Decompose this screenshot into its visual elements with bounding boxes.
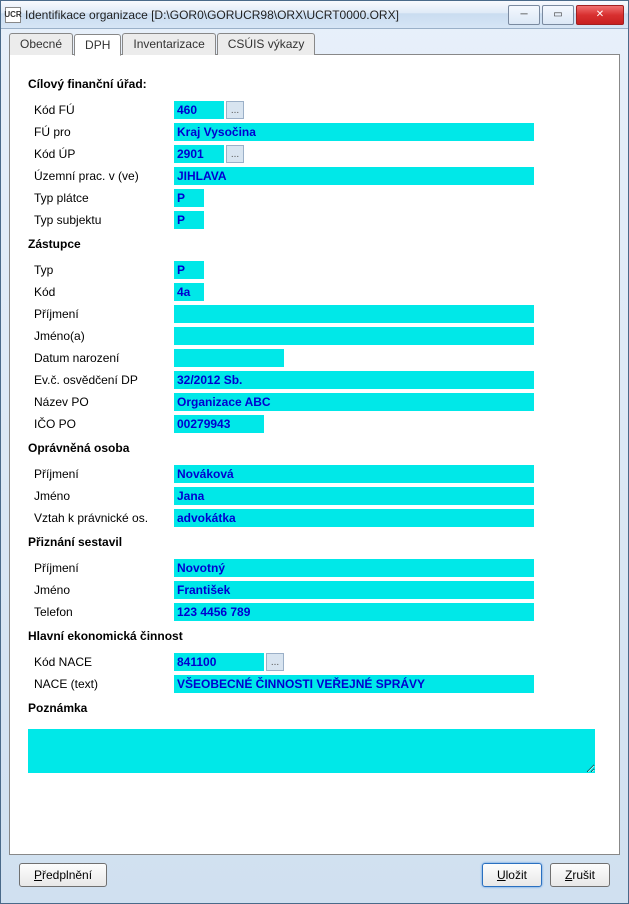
label-typ-subjektu: Typ subjektu [34, 213, 174, 227]
section-opravnena: Oprávněná osoba [28, 441, 601, 455]
predplneni-button[interactable]: Předplnění [19, 863, 107, 887]
input-z-kod[interactable] [174, 283, 204, 301]
label-z-kod: Kód [34, 285, 174, 299]
input-p-telefon[interactable] [174, 603, 534, 621]
lookup-kod-fu[interactable]: ... [226, 101, 244, 119]
tab-csuis[interactable]: CSÚIS výkazy [217, 33, 316, 55]
tab-inventarizace[interactable]: Inventarizace [122, 33, 215, 55]
section-priznani: Přiznání sestavil [28, 535, 601, 549]
lookup-kod-nace[interactable]: ... [266, 653, 284, 671]
input-z-ico[interactable] [174, 415, 264, 433]
label-p-jmeno: Jméno [34, 583, 174, 597]
window-title: Identifikace organizace [D:\GOR0\GORUCR9… [25, 8, 506, 22]
label-fu-pro: FÚ pro [34, 125, 174, 139]
label-nace-text: NACE (text) [34, 677, 174, 691]
section-hlavni: Hlavní ekonomická činnost [28, 629, 601, 643]
lookup-kod-up[interactable]: ... [226, 145, 244, 163]
label-z-jmenoa: Jméno(a) [34, 329, 174, 343]
label-o-jmeno: Jméno [34, 489, 174, 503]
label-o-prijmeni: Příjmení [34, 467, 174, 481]
input-fu-pro[interactable] [174, 123, 534, 141]
input-kod-nace[interactable] [174, 653, 264, 671]
input-p-jmeno[interactable] [174, 581, 534, 599]
label-uzemni: Územní prac. v (ve) [34, 169, 174, 183]
input-o-vztah[interactable] [174, 509, 534, 527]
titlebar: UCR Identifikace organizace [D:\GOR0\GOR… [1, 1, 628, 29]
label-o-vztah: Vztah k právnické os. [34, 511, 174, 525]
label-p-prijmeni: Příjmení [34, 561, 174, 575]
section-zastupce: Zástupce [28, 237, 601, 251]
label-kod-fu: Kód FÚ [34, 103, 174, 117]
input-z-typ[interactable] [174, 261, 204, 279]
label-z-ico: IČO PO [34, 417, 174, 431]
input-o-prijmeni[interactable] [174, 465, 534, 483]
input-uzemni[interactable] [174, 167, 534, 185]
maximize-button[interactable]: ▭ [542, 5, 574, 25]
label-p-telefon: Telefon [34, 605, 174, 619]
input-p-prijmeni[interactable] [174, 559, 534, 577]
input-z-prijmeni[interactable] [174, 305, 534, 323]
minimize-button[interactable]: ─ [508, 5, 540, 25]
window: UCR Identifikace organizace [D:\GOR0\GOR… [0, 0, 629, 904]
section-cilovy: Cílový finanční úřad: [28, 77, 601, 91]
label-z-datum: Datum narození [34, 351, 174, 365]
label-z-prijmeni: Příjmení [34, 307, 174, 321]
input-poznamka[interactable] [28, 729, 595, 773]
label-typ-platce: Typ plátce [34, 191, 174, 205]
input-typ-platce[interactable] [174, 189, 204, 207]
input-kod-fu[interactable] [174, 101, 224, 119]
app-icon: UCR [5, 7, 21, 23]
input-nace-text[interactable] [174, 675, 534, 693]
input-typ-subjektu[interactable] [174, 211, 204, 229]
label-kod-up: Kód ÚP [34, 147, 174, 161]
zrusit-button[interactable]: Zrušit [550, 863, 610, 887]
tab-dph[interactable]: DPH [74, 34, 121, 56]
input-z-datum[interactable] [174, 349, 284, 367]
input-z-evc[interactable] [174, 371, 534, 389]
input-z-jmenoa[interactable] [174, 327, 534, 345]
tabs: Obecné DPH Inventarizace CSÚIS výkazy [9, 33, 620, 55]
label-z-typ: Typ [34, 263, 174, 277]
input-o-jmeno[interactable] [174, 487, 534, 505]
close-button[interactable]: ✕ [576, 5, 624, 25]
footer: Předplnění Uložit Zrušit [9, 855, 620, 895]
content-area: Obecné DPH Inventarizace CSÚIS výkazy Cí… [1, 29, 628, 903]
tab-panel-dph: Cílový finanční úřad: Kód FÚ ... FÚ pro … [9, 54, 620, 855]
label-z-nazev: Název PO [34, 395, 174, 409]
label-z-evc: Ev.č. osvědčení DP [34, 373, 174, 387]
input-kod-up[interactable] [174, 145, 224, 163]
ulozit-button[interactable]: Uložit [482, 863, 542, 887]
window-controls: ─ ▭ ✕ [506, 5, 624, 25]
input-z-nazev[interactable] [174, 393, 534, 411]
label-kod-nace: Kód NACE [34, 655, 174, 669]
tab-obecne[interactable]: Obecné [9, 33, 73, 55]
section-poznamka: Poznámka [28, 701, 601, 715]
